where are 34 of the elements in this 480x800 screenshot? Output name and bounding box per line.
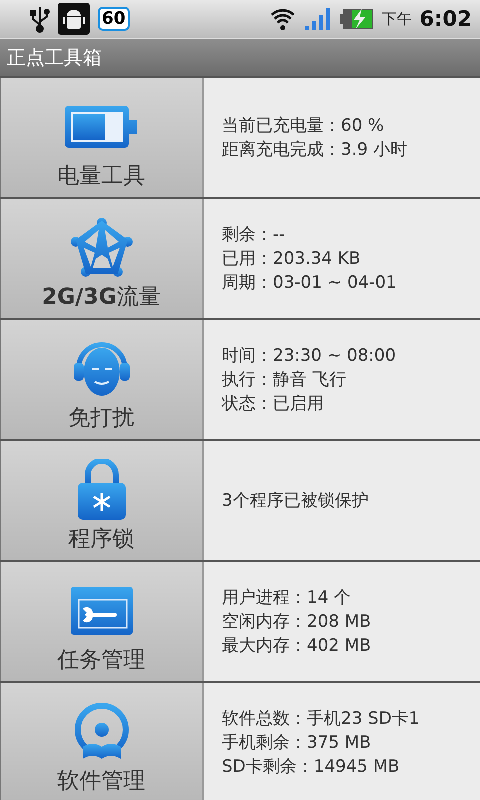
tool-button[interactable]: 任务管理 <box>0 562 204 681</box>
info-text: 执行：静音 飞行 <box>222 368 348 392</box>
wifi-icon <box>270 7 296 31</box>
battery-charging-icon <box>340 8 374 30</box>
info-text: 手机剩余：375 MB <box>222 732 372 754</box>
info-text: 当前已充电量：60 % <box>222 114 386 138</box>
battery-level-badge: 60 <box>98 7 130 31</box>
app-title: 正点工具箱 <box>7 46 102 70</box>
info-text: 剩余：-- <box>222 224 286 246</box>
disc-icon <box>72 702 130 760</box>
info-text: 时间：23:30 ~ 08:00 <box>222 344 398 368</box>
tool-button[interactable]: 软件管理 <box>0 683 204 800</box>
lock-icon <box>76 458 128 520</box>
tool-button[interactable]: 程序锁 <box>0 441 204 560</box>
signal-icon <box>304 7 332 31</box>
info-text: 软件总数：手机23 SD卡1 <box>222 708 421 730</box>
info-text: 周期：03-01 ~ 04-01 <box>222 272 398 294</box>
clock-time: 6:02 <box>420 7 472 31</box>
tool-button[interactable]: 电量工具 <box>0 78 204 197</box>
tool-button[interactable]: 2G/3G流量 <box>0 199 204 318</box>
am-pm-label: 下午 <box>382 10 412 28</box>
info-text: 用户进程：14 个 <box>222 586 352 610</box>
wrench-panel-icon <box>70 586 132 634</box>
usb-icon <box>30 5 50 33</box>
info-text: 已用：203.34 KB <box>222 248 362 270</box>
info-text: 距离充电完成：3.9 小时 <box>222 138 408 162</box>
battery-icon <box>64 106 138 148</box>
info-text: 空闲内存：208 MB <box>222 610 372 634</box>
tool-button[interactable]: 免打扰 <box>0 320 204 439</box>
info-text: 状态：已启用 <box>222 392 325 416</box>
info-text: SD卡剩余：14945 MB <box>222 756 401 778</box>
android-icon <box>58 3 90 35</box>
info-text: 3个程序已被锁保护 <box>222 490 370 512</box>
info-text: 最大内存：402 MB <box>222 634 372 658</box>
